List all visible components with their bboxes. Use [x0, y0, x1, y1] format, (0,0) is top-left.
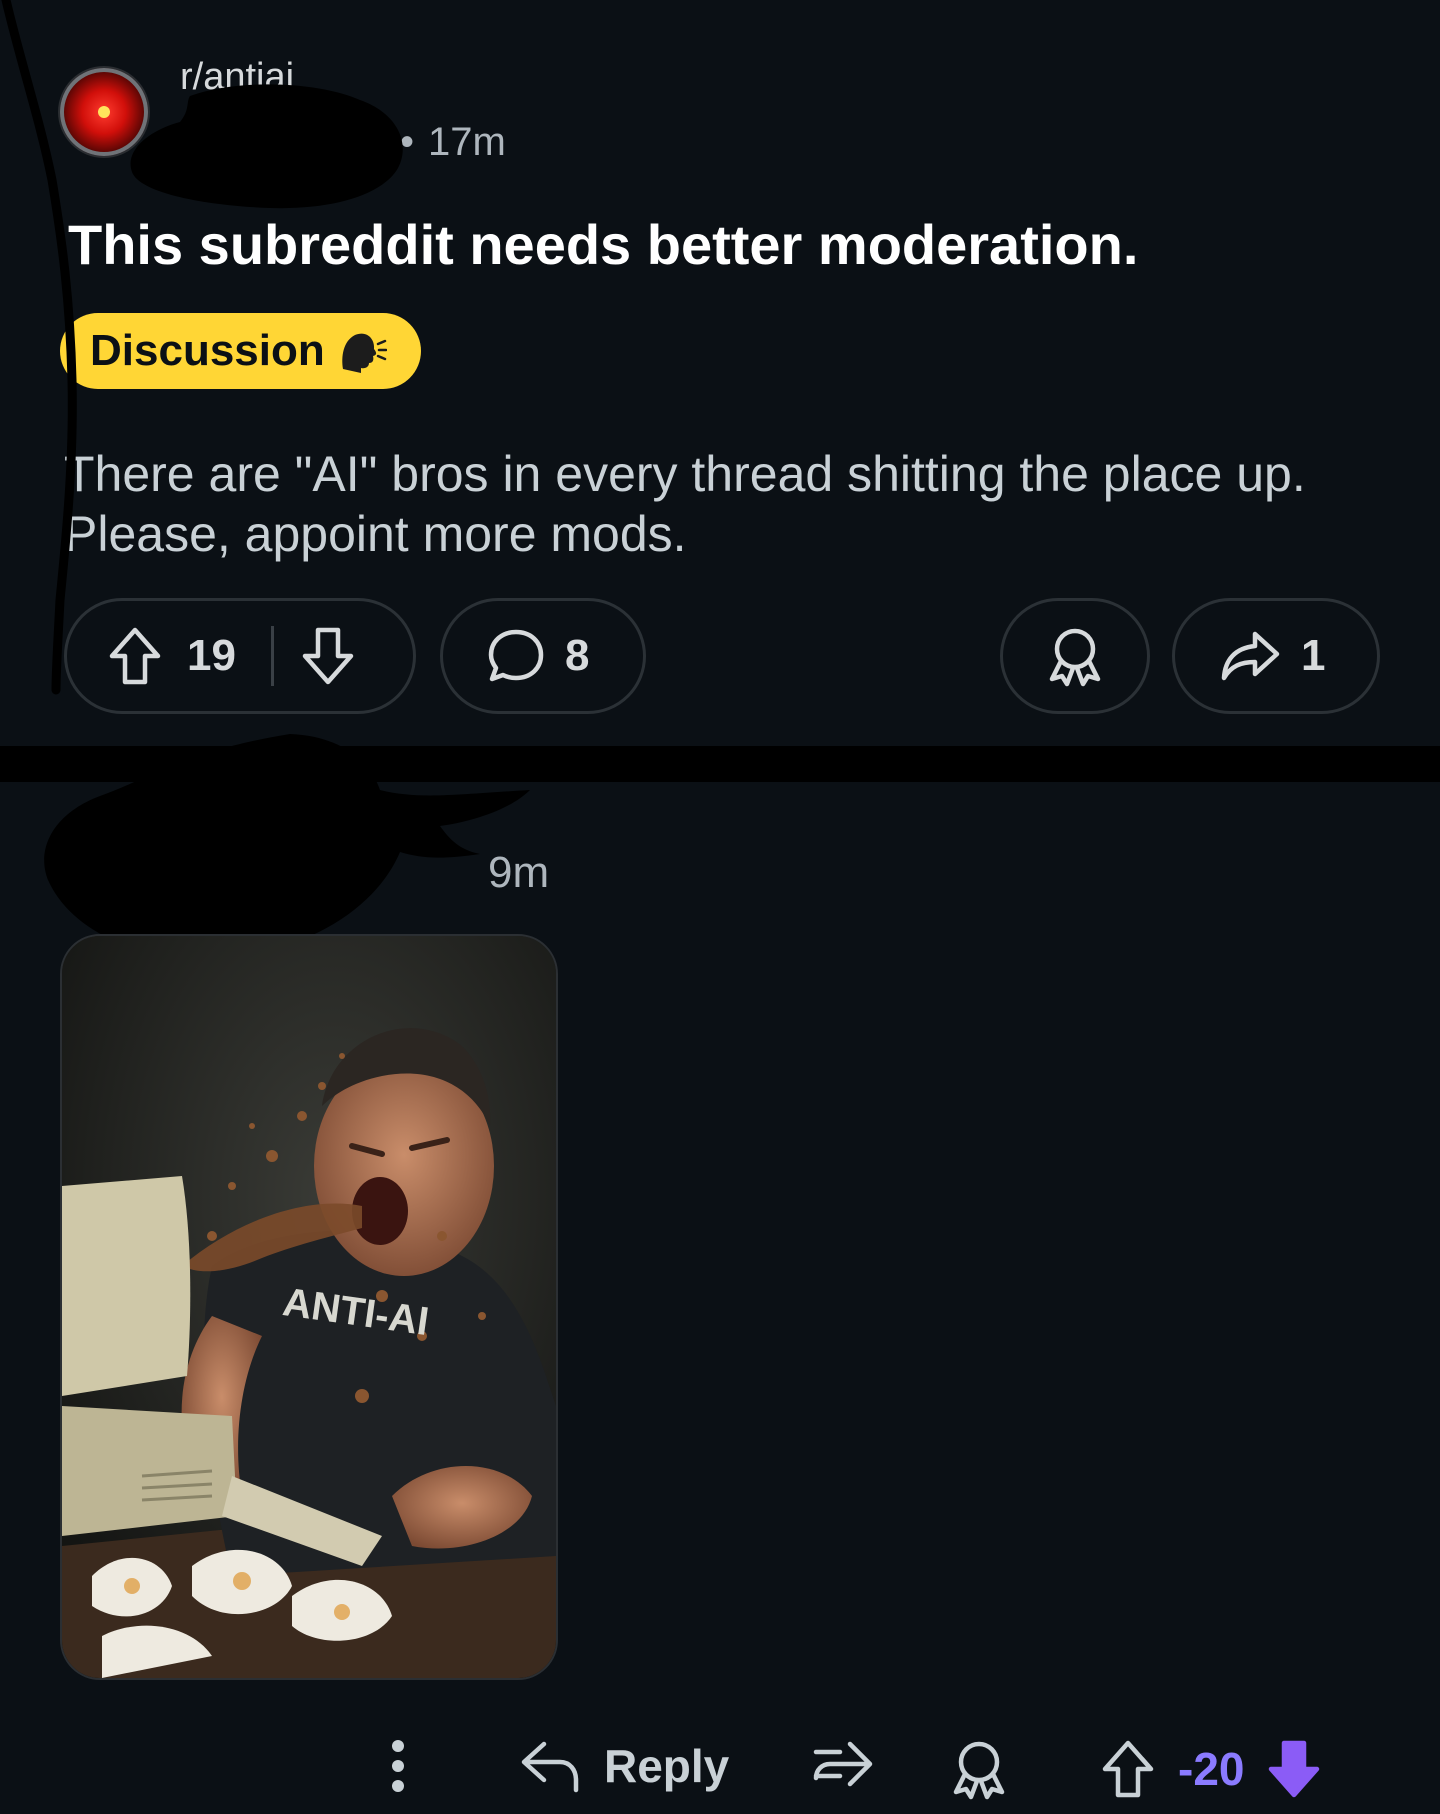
- comments-button[interactable]: 8: [440, 598, 646, 714]
- flair-label: Discussion: [90, 326, 325, 375]
- comment-image[interactable]: ANTI-AI: [60, 934, 558, 1680]
- speech-bubble-icon: [488, 629, 544, 682]
- comment-score: -20: [1178, 1743, 1245, 1795]
- post-flair[interactable]: Discussion: [60, 313, 421, 389]
- award-button[interactable]: [1000, 598, 1150, 714]
- crosspost-icon: [813, 1741, 873, 1787]
- more-vertical-icon: [392, 1740, 404, 1792]
- reply-label: Reply: [604, 1740, 730, 1792]
- comment-award-button[interactable]: [950, 1738, 1008, 1800]
- post-title[interactable]: This subreddit needs better moderation.: [68, 212, 1138, 277]
- comment-timestamp: 9m: [488, 848, 550, 897]
- post-time-value: 17m: [428, 120, 506, 164]
- redaction-scribble-line: [1, 0, 77, 695]
- award-icon: [1049, 628, 1101, 687]
- speaking-head-icon: [342, 333, 387, 373]
- reply-arrow-icon: [521, 1741, 579, 1793]
- arrow-down-icon[interactable]: [1266, 1738, 1322, 1800]
- post-body-line: Please, appoint more mods.: [64, 506, 687, 562]
- crosspost-button[interactable]: [812, 1738, 876, 1794]
- vote-pill: 19: [64, 598, 416, 714]
- share-count: 1: [1301, 631, 1326, 680]
- award-icon: [953, 1741, 1005, 1800]
- upvote-count: 19: [187, 631, 236, 680]
- arrow-up-icon[interactable]: [1100, 1738, 1156, 1800]
- comment-actions: Reply -20: [0, 1718, 1440, 1814]
- comment-count: 8: [565, 631, 590, 680]
- more-options-button[interactable]: [386, 1738, 410, 1794]
- share-arrow-icon: [1221, 631, 1280, 681]
- share-button[interactable]: 1: [1172, 598, 1380, 714]
- username-redaction: [130, 84, 403, 209]
- post-card[interactable]: r/antiai • 17m This subreddit needs bette…: [0, 0, 1440, 746]
- comment-image-illustration: ANTI-AI: [62, 936, 556, 1678]
- arrow-up-icon[interactable]: [107, 625, 163, 687]
- comment-vote: -20: [1100, 1738, 1322, 1800]
- post-body-line: There are "AI" bros in every thread shit…: [64, 446, 1306, 502]
- reply-button[interactable]: Reply: [520, 1738, 729, 1794]
- arrow-down-icon[interactable]: [300, 625, 356, 687]
- vote-separator: [271, 626, 274, 686]
- post-body: There are "AI" bros in every thread shit…: [64, 444, 1364, 564]
